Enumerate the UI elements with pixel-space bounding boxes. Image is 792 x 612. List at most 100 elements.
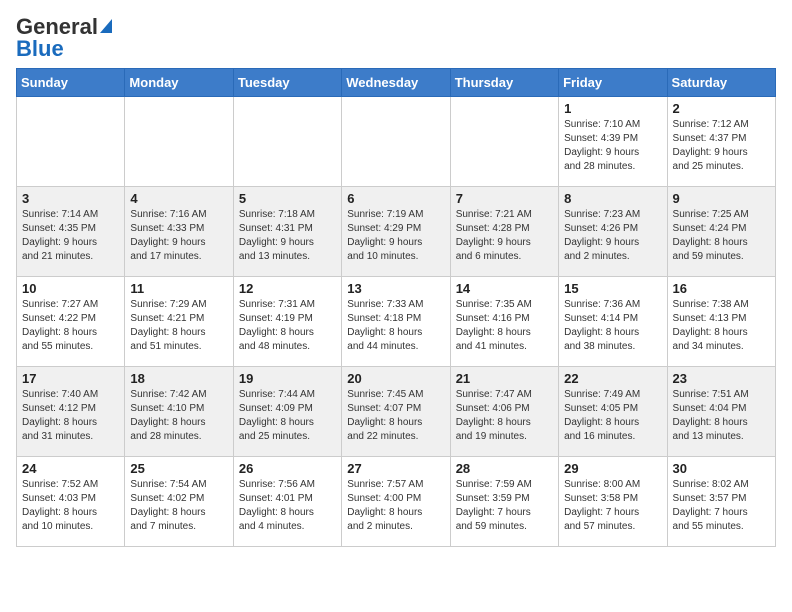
day-cell: 20Sunrise: 7:45 AM Sunset: 4:07 PM Dayli…: [342, 367, 450, 457]
day-number: 21: [456, 371, 553, 386]
day-info: Sunrise: 7:16 AM Sunset: 4:33 PM Dayligh…: [130, 208, 227, 264]
day-number: 14: [456, 281, 553, 296]
day-info: Sunrise: 7:36 AM Sunset: 4:14 PM Dayligh…: [564, 298, 661, 354]
logo-arrow-icon: [100, 19, 112, 33]
day-cell: [450, 97, 558, 187]
day-cell: 3 Sunrise: 7:14 AM Sunset: 4:35 PM Daylig…: [17, 187, 125, 277]
day-number: 5: [239, 191, 336, 206]
day-cell: 7 Sunrise: 7:21 AM Sunset: 4:28 PM Daylig…: [450, 187, 558, 277]
day-info: Sunrise: 7:59 AM Sunset: 3:59 PM Dayligh…: [456, 478, 553, 534]
day-cell: 27Sunrise: 7:57 AM Sunset: 4:00 PM Dayli…: [342, 457, 450, 547]
day-cell: 10 Sunrise: 7:27 AM Sunset: 4:22 PM Dayli…: [17, 277, 125, 367]
day-cell: 4Sunrise: 7:16 AM Sunset: 4:33 PM Daylig…: [125, 187, 233, 277]
day-info: Sunrise: 7:44 AM Sunset: 4:09 PM Dayligh…: [239, 388, 336, 444]
day-info: Sunrise: 7:12 AM Sunset: 4:37 PM Dayligh…: [673, 118, 770, 174]
page-header: General Blue: [16, 16, 776, 60]
day-info: Sunrise: 7:40 AM Sunset: 4:12 PM Dayligh…: [22, 388, 119, 444]
weekday-header-saturday: Saturday: [667, 69, 775, 97]
day-cell: 18Sunrise: 7:42 AM Sunset: 4:10 PM Dayli…: [125, 367, 233, 457]
week-row-4: 17 Sunrise: 7:40 AM Sunset: 4:12 PM Dayli…: [17, 367, 776, 457]
day-cell: 5 Sunrise: 7:18 AM Sunset: 4:31 PM Daylig…: [233, 187, 341, 277]
day-cell: 19Sunrise: 7:44 AM Sunset: 4:09 PM Dayli…: [233, 367, 341, 457]
day-cell: 9 Sunrise: 7:25 AM Sunset: 4:24 PM Daylig…: [667, 187, 775, 277]
day-cell: 22 Sunrise: 7:49 AM Sunset: 4:05 PM Dayli…: [559, 367, 667, 457]
day-cell: 23Sunrise: 7:51 AM Sunset: 4:04 PM Dayli…: [667, 367, 775, 457]
day-number: 1: [564, 101, 661, 116]
day-info: Sunrise: 7:57 AM Sunset: 4:00 PM Dayligh…: [347, 478, 444, 534]
day-cell: 21 Sunrise: 7:47 AM Sunset: 4:06 PM Dayli…: [450, 367, 558, 457]
day-cell: 16 Sunrise: 7:38 AM Sunset: 4:13 PM Dayli…: [667, 277, 775, 367]
day-info: Sunrise: 7:47 AM Sunset: 4:06 PM Dayligh…: [456, 388, 553, 444]
day-cell: 24 Sunrise: 7:52 AM Sunset: 4:03 PM Dayli…: [17, 457, 125, 547]
day-number: 16: [673, 281, 770, 296]
week-row-3: 10 Sunrise: 7:27 AM Sunset: 4:22 PM Dayli…: [17, 277, 776, 367]
day-info: Sunrise: 7:33 AM Sunset: 4:18 PM Dayligh…: [347, 298, 444, 354]
day-info: Sunrise: 7:14 AM Sunset: 4:35 PM Dayligh…: [22, 208, 119, 264]
weekday-header-tuesday: Tuesday: [233, 69, 341, 97]
logo-blue: Blue: [16, 38, 64, 60]
week-row-1: 1 Sunrise: 7:10 AM Sunset: 4:39 PM Daylig…: [17, 97, 776, 187]
day-number: 26: [239, 461, 336, 476]
day-number: 9: [673, 191, 770, 206]
day-number: 6: [347, 191, 444, 206]
weekday-header-wednesday: Wednesday: [342, 69, 450, 97]
day-number: 29: [564, 461, 661, 476]
day-number: 22: [564, 371, 661, 386]
day-number: 30: [673, 461, 770, 476]
day-number: 12: [239, 281, 336, 296]
day-info: Sunrise: 7:19 AM Sunset: 4:29 PM Dayligh…: [347, 208, 444, 264]
day-cell: 8 Sunrise: 7:23 AM Sunset: 4:26 PM Daylig…: [559, 187, 667, 277]
day-info: Sunrise: 7:25 AM Sunset: 4:24 PM Dayligh…: [673, 208, 770, 264]
day-info: Sunrise: 7:23 AM Sunset: 4:26 PM Dayligh…: [564, 208, 661, 264]
day-number: 24: [22, 461, 119, 476]
day-number: 8: [564, 191, 661, 206]
day-number: 3: [22, 191, 119, 206]
logo-general: General: [16, 16, 98, 38]
day-info: Sunrise: 7:10 AM Sunset: 4:39 PM Dayligh…: [564, 118, 661, 174]
day-cell: 14 Sunrise: 7:35 AM Sunset: 4:16 PM Dayli…: [450, 277, 558, 367]
weekday-header-thursday: Thursday: [450, 69, 558, 97]
day-cell: 28 Sunrise: 7:59 AM Sunset: 3:59 PM Dayli…: [450, 457, 558, 547]
logo: General Blue: [16, 16, 112, 60]
day-info: Sunrise: 7:21 AM Sunset: 4:28 PM Dayligh…: [456, 208, 553, 264]
day-cell: 30 Sunrise: 8:02 AM Sunset: 3:57 PM Dayli…: [667, 457, 775, 547]
day-cell: 15 Sunrise: 7:36 AM Sunset: 4:14 PM Dayli…: [559, 277, 667, 367]
day-cell: [342, 97, 450, 187]
day-number: 15: [564, 281, 661, 296]
day-cell: [233, 97, 341, 187]
day-info: Sunrise: 8:02 AM Sunset: 3:57 PM Dayligh…: [673, 478, 770, 534]
day-info: Sunrise: 7:49 AM Sunset: 4:05 PM Dayligh…: [564, 388, 661, 444]
day-cell: 29Sunrise: 8:00 AM Sunset: 3:58 PM Dayli…: [559, 457, 667, 547]
week-row-2: 3 Sunrise: 7:14 AM Sunset: 4:35 PM Daylig…: [17, 187, 776, 277]
day-info: Sunrise: 7:31 AM Sunset: 4:19 PM Dayligh…: [239, 298, 336, 354]
day-info: Sunrise: 7:27 AM Sunset: 4:22 PM Dayligh…: [22, 298, 119, 354]
day-cell: 2 Sunrise: 7:12 AM Sunset: 4:37 PM Daylig…: [667, 97, 775, 187]
day-number: 18: [130, 371, 227, 386]
day-info: Sunrise: 7:54 AM Sunset: 4:02 PM Dayligh…: [130, 478, 227, 534]
day-cell: 26 Sunrise: 7:56 AM Sunset: 4:01 PM Dayli…: [233, 457, 341, 547]
day-number: 2: [673, 101, 770, 116]
day-cell: 6 Sunrise: 7:19 AM Sunset: 4:29 PM Daylig…: [342, 187, 450, 277]
day-info: Sunrise: 7:56 AM Sunset: 4:01 PM Dayligh…: [239, 478, 336, 534]
day-number: 10: [22, 281, 119, 296]
day-cell: 25 Sunrise: 7:54 AM Sunset: 4:02 PM Dayli…: [125, 457, 233, 547]
day-info: Sunrise: 7:29 AM Sunset: 4:21 PM Dayligh…: [130, 298, 227, 354]
day-cell: 13 Sunrise: 7:33 AM Sunset: 4:18 PM Dayli…: [342, 277, 450, 367]
day-info: Sunrise: 7:52 AM Sunset: 4:03 PM Dayligh…: [22, 478, 119, 534]
day-info: Sunrise: 7:35 AM Sunset: 4:16 PM Dayligh…: [456, 298, 553, 354]
day-info: Sunrise: 7:38 AM Sunset: 4:13 PM Dayligh…: [673, 298, 770, 354]
day-info: Sunrise: 7:18 AM Sunset: 4:31 PM Dayligh…: [239, 208, 336, 264]
day-number: 11: [130, 281, 227, 296]
day-number: 7: [456, 191, 553, 206]
day-number: 28: [456, 461, 553, 476]
day-number: 25: [130, 461, 227, 476]
day-number: 13: [347, 281, 444, 296]
day-info: Sunrise: 7:51 AM Sunset: 4:04 PM Dayligh…: [673, 388, 770, 444]
day-number: 17: [22, 371, 119, 386]
day-cell: [125, 97, 233, 187]
weekday-header-friday: Friday: [559, 69, 667, 97]
day-cell: 17 Sunrise: 7:40 AM Sunset: 4:12 PM Dayli…: [17, 367, 125, 457]
day-number: 20: [347, 371, 444, 386]
calendar-table: SundayMondayTuesdayWednesdayThursdayFrid…: [16, 68, 776, 547]
day-cell: 12 Sunrise: 7:31 AM Sunset: 4:19 PM Dayli…: [233, 277, 341, 367]
